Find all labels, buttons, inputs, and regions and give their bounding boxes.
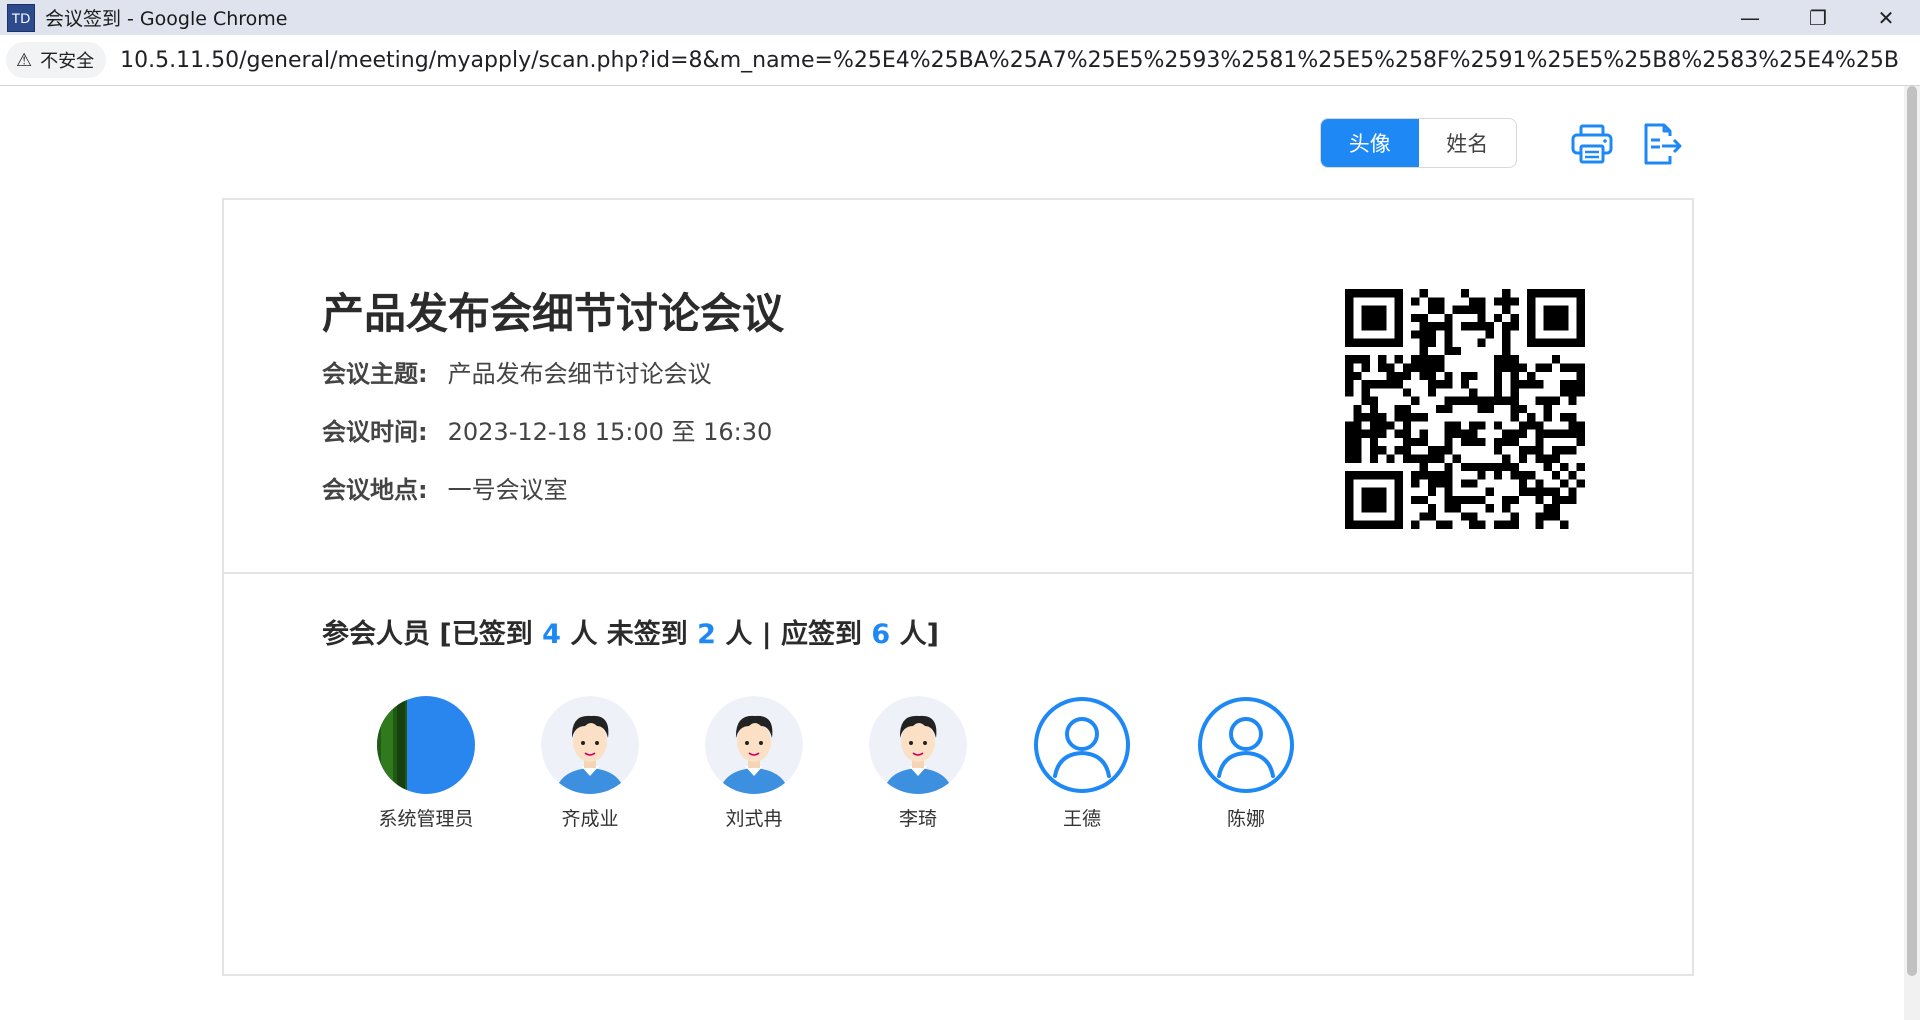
attendance-mid1: 人 未签到 (560, 619, 698, 650)
participant-name: 刘式冉 (725, 808, 783, 830)
attendance-suffix: 人] (890, 619, 939, 650)
qr-finder-pattern (1345, 471, 1403, 529)
qr-finder-pattern (1527, 289, 1585, 347)
participant-item[interactable]: 陈娜 (1186, 696, 1306, 831)
warning-icon: ⚠ (16, 49, 33, 71)
default-user-icon (1033, 696, 1131, 794)
restore-button[interactable]: ❐ (1784, 0, 1852, 35)
default-user-icon (1197, 696, 1295, 794)
security-label: 不安全 (40, 51, 95, 72)
qr-code (1345, 289, 1585, 529)
view-name-button[interactable]: 姓名 (1419, 119, 1517, 167)
participant-name: 系统管理员 (378, 808, 474, 830)
close-button[interactable]: ✕ (1852, 0, 1920, 35)
participant-name: 王德 (1062, 808, 1101, 830)
cartoon-man-avatar-icon (541, 696, 639, 794)
participant-item[interactable]: 刘式冉 (694, 696, 814, 831)
cartoon-man-avatar-icon (705, 696, 803, 794)
page-content: 头像 姓名 产品发布会细节讨论会议 会议主题: 产品发布会细节讨论会议 会议时间… (0, 86, 1920, 1020)
topic-value: 产品发布会细节讨论会议 (447, 360, 712, 388)
export-icon[interactable] (1640, 122, 1684, 166)
time-label: 会议时间: (322, 418, 428, 446)
total-count: 6 (871, 619, 891, 650)
url-field[interactable]: 10.5.11.50/general/meeting/myapply/scan.… (120, 48, 1900, 73)
view-toggle: 头像 姓名 (1320, 118, 1517, 168)
meeting-info-section: 产品发布会细节讨论会议 会议主题: 产品发布会细节讨论会议 会议时间: 2023… (224, 200, 1692, 574)
meeting-title: 产品发布会细节讨论会议 (322, 289, 785, 338)
meeting-card: 产品发布会细节讨论会议 会议主题: 产品发布会细节讨论会议 会议时间: 2023… (222, 198, 1694, 976)
printer-icon[interactable] (1570, 122, 1614, 166)
minimize-button[interactable]: — (1716, 0, 1784, 35)
participant-name: 齐成业 (561, 808, 619, 830)
meeting-topic-row: 会议主题: 产品发布会细节讨论会议 (322, 354, 712, 389)
window-controls: — ❐ ✕ (1716, 0, 1920, 35)
participant-item[interactable]: 李琦 (858, 696, 978, 831)
scrollbar-thumb[interactable] (1907, 86, 1917, 976)
attendance-summary: 参会人员 [已签到 4 人 未签到 2 人 | 应签到 6 人] (322, 612, 939, 651)
attendance-mid2: 人 | 应签到 (715, 619, 872, 650)
participant-name: 陈娜 (1226, 808, 1265, 830)
window-titlebar: TD 会议签到 - Google Chrome — ❐ ✕ (0, 0, 1920, 35)
participant-item[interactable]: 王德 (1022, 696, 1142, 831)
qr-finder-pattern (1345, 289, 1403, 347)
vertical-scrollbar[interactable] (1904, 86, 1920, 1020)
window-title: 会议签到 - Google Chrome (45, 8, 288, 30)
place-value: 一号会议室 (447, 476, 568, 504)
address-bar: ⚠ 不安全 10.5.11.50/general/meeting/myapply… (0, 35, 1920, 86)
meeting-time-row: 会议时间: 2023-12-18 15:00 至 16:30 (322, 412, 772, 447)
meeting-place-row: 会议地点: 一号会议室 (322, 470, 568, 505)
avatar-photo (377, 696, 475, 794)
app-icon: TD (7, 3, 35, 32)
participant-item[interactable]: 系统管理员 (366, 696, 486, 831)
view-avatar-button[interactable]: 头像 (1321, 119, 1419, 167)
attendance-prefix: 参会人员 [已签到 (322, 619, 543, 650)
security-indicator[interactable]: ⚠ 不安全 (6, 42, 107, 78)
time-value: 2023-12-18 15:00 至 16:30 (447, 418, 773, 446)
signed-count: 4 (542, 619, 561, 650)
participant-name: 李琦 (898, 808, 937, 830)
place-label: 会议地点: (322, 476, 428, 504)
participant-item[interactable]: 齐成业 (530, 696, 650, 831)
topic-label: 会议主题: (322, 360, 428, 388)
cartoon-man-avatar-icon (869, 696, 967, 794)
unsigned-count: 2 (697, 619, 716, 650)
